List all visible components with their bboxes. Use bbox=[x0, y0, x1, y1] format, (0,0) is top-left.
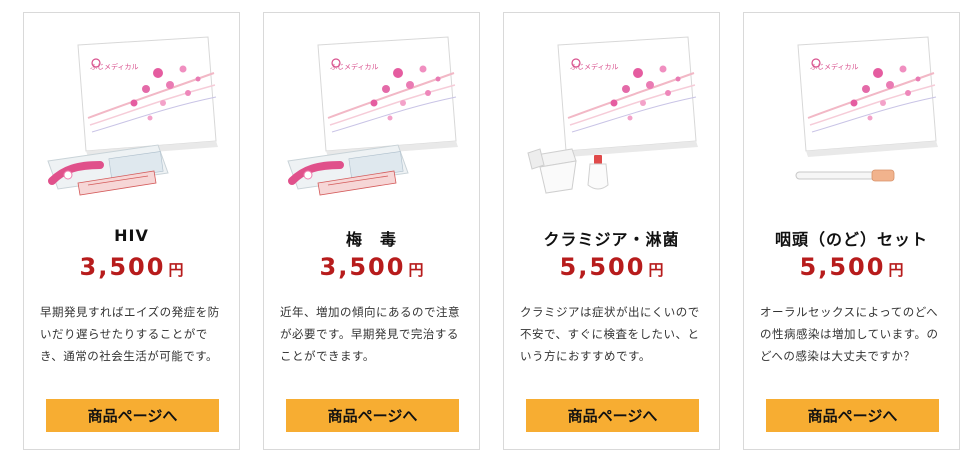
kit-box-with-swab-icon: ふじメディカル bbox=[47, 36, 219, 196]
product-price: 3,500 円 bbox=[264, 253, 479, 281]
price-currency: 円 bbox=[888, 261, 904, 279]
product-image: ふじメディカル bbox=[38, 33, 227, 218]
product-card: ふじメディカル HIV 3,500 円 早期発見すればエイズの発症を防いだり遅らせ… bbox=[23, 12, 240, 450]
price-amount: 3,500 bbox=[319, 253, 406, 281]
price-currency: 円 bbox=[408, 261, 424, 279]
kit-box-with-tube-icon: ふじメディカル bbox=[795, 36, 939, 182]
product-name: 咽頭（のど）セット bbox=[774, 230, 928, 249]
price-currency: 円 bbox=[648, 261, 664, 279]
price-amount: 3,500 bbox=[79, 253, 166, 281]
product-page-button[interactable]: 商品ページへ bbox=[286, 399, 459, 432]
box-brand: ふじメディカル bbox=[330, 62, 379, 71]
price-currency: 円 bbox=[168, 261, 184, 279]
product-price: 3,500 円 bbox=[24, 253, 239, 281]
product-name: クラミジア・淋菌 bbox=[543, 230, 680, 249]
product-description: 近年、増加の傾向にあるので注意が必要です。早期発見で完治することができます。 bbox=[280, 305, 460, 363]
product-card: ふじメディカル 梅 毒 3,500 円 近年、増加の傾向にあるので注意が必要です。… bbox=[263, 12, 480, 450]
product-name: 梅 毒 bbox=[345, 230, 397, 249]
price-amount: 5,500 bbox=[559, 253, 646, 281]
box-brand: ふじメディカル bbox=[810, 62, 859, 71]
product-grid: ふじメディカル HIV 3,500 円 早期発見すればエイズの発症を防いだり遅らせ… bbox=[0, 0, 979, 472]
kit-box-with-cup-icon: ふじメディカル bbox=[527, 36, 699, 194]
product-card: ふじメディカル 咽頭（のど）セット 5,500 円 オーラルセックスによってのどへ… bbox=[743, 12, 960, 450]
product-description: オーラルセックスによってのどへの性病感染は増加しています。のどへの感染は大丈夫で… bbox=[760, 305, 939, 363]
product-name: HIV bbox=[114, 226, 149, 245]
product-page-button[interactable]: 商品ページへ bbox=[766, 399, 939, 432]
product-image: ふじメディカル bbox=[758, 33, 947, 218]
kit-box-with-swab-icon: ふじメディカル bbox=[287, 36, 459, 196]
product-page-button[interactable]: 商品ページへ bbox=[46, 399, 219, 432]
product-price: 5,500 円 bbox=[504, 253, 719, 281]
box-brand: ふじメディカル bbox=[90, 62, 139, 71]
product-description: 早期発見すればエイズの発症を防いだり遅らせたりすることができ、通常の社会生活が可… bbox=[40, 305, 220, 363]
product-card: ふじメディカル クラミジア・淋菌 5,500 円 クラミジアは症状が出にくいので不… bbox=[503, 12, 720, 450]
product-image: ふじメディカル bbox=[518, 33, 707, 218]
product-description: クラミジアは症状が出にくいので不安で、すぐに検査をしたい、という方におすすめです… bbox=[520, 305, 700, 363]
product-image: ふじメディカル bbox=[278, 33, 467, 218]
box-brand: ふじメディカル bbox=[570, 62, 619, 71]
price-amount: 5,500 bbox=[799, 253, 886, 281]
product-price: 5,500 円 bbox=[744, 253, 959, 281]
product-page-button[interactable]: 商品ページへ bbox=[526, 399, 699, 432]
